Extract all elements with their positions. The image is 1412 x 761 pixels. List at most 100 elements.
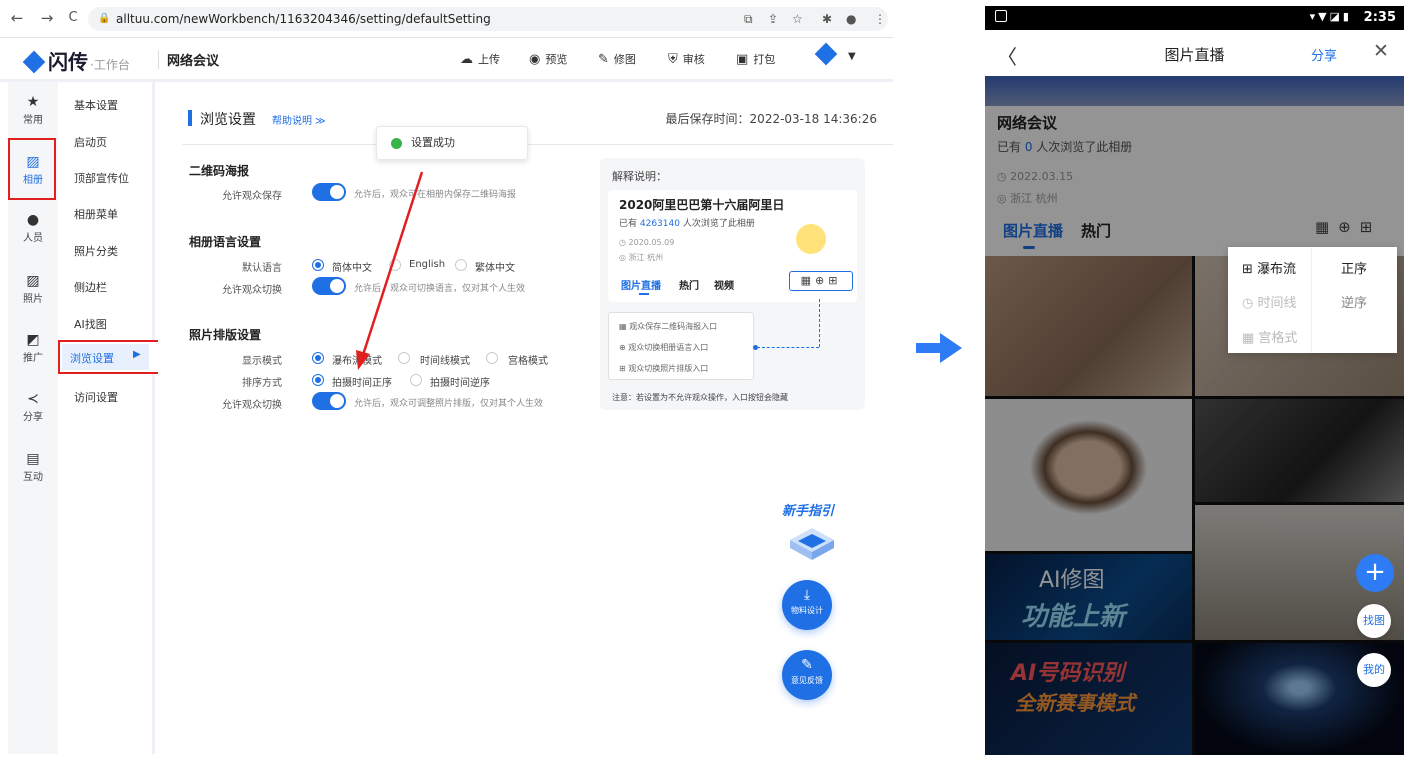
preview-button[interactable]: ◉ 预览 [529,51,567,67]
menu-item-photo-category[interactable]: 照片分类 [74,243,118,259]
sidebar-item-people[interactable]: ● 人员 [8,212,58,244]
sidebar-item-common[interactable]: ★ 常用 [8,94,58,126]
radio-sort-desc[interactable] [410,374,422,386]
edit-icon: ✎ [801,657,813,673]
more-menu-icon[interactable]: ⋮ [874,12,886,26]
browser-toolbar: ← → C 🔒 alltuu.com/newWorkbench/11632043… [0,0,893,38]
album-title: 网络会议 [158,50,219,69]
photo-icon: ▨ [26,273,40,289]
check-circle-icon [391,138,402,149]
find-photo-button[interactable]: 找图 [1357,604,1391,638]
mine-button[interactable]: 我的 [1357,653,1391,687]
last-saved: 最后保存时间：2022-03-18 14:36:26 [665,112,877,126]
share-icon: ≺ [27,391,39,407]
share-button[interactable]: 分享 [1311,45,1337,64]
layout-option-grid[interactable]: ▦ 宫格式 [1242,327,1297,346]
qr-allow-label: 允许观众保存 [222,191,282,202]
lang-switch-hint: 允许后，观众可切换语言，仅对其个人生效 [354,284,526,294]
sun-illustration [796,224,826,254]
star-icon: ★ [26,94,40,110]
retouch-button[interactable]: ✎ 修图 [598,51,636,67]
settings-menu: 基本设置 启动页 顶部宣传位 相册菜单 照片分类 侧边栏 AI找图 访问设置 [58,82,155,754]
browser-window: ← → C 🔒 alltuu.com/newWorkbench/11632043… [0,0,893,761]
success-toast: 设置成功 [376,126,528,160]
display-mode-label: 显示模式 [242,356,282,367]
lock-icon: 🔒 [98,13,111,24]
shield-icon: ⛨ [668,52,678,67]
reload-icon[interactable]: C [64,10,82,25]
upload-button[interactable]: ☁ 上传 [460,51,500,67]
radio-simplified[interactable] [312,259,324,271]
layout-option-waterfall[interactable]: ⊞ 瀑布流 [1242,258,1296,277]
account-dropdown-icon[interactable]: ▼ [848,51,856,62]
radio-timeline[interactable] [398,352,410,364]
sidebar-item-share[interactable]: ≺ 分享 [8,391,58,423]
layout-option-timeline[interactable]: ◷ 时间线 [1242,292,1296,311]
menu-item-sidebar[interactable]: 侧边栏 [74,279,107,295]
qr-allow-toggle[interactable] [312,183,346,201]
guide-illustration[interactable] [786,524,838,562]
menu-item-basic[interactable]: 基本设置 [74,97,118,113]
page-title: 浏览设置 [200,112,256,128]
sidebar-item-interact[interactable]: ▤ 互动 [8,451,58,483]
sidebar-item-promote[interactable]: ◩ 推广 [8,332,58,364]
install-icon[interactable]: ⧉ [744,12,753,27]
layout-switch-toggle[interactable] [312,392,346,410]
status-time: 2:35 [1363,10,1396,25]
order-option-asc[interactable]: 正序 [1341,258,1367,277]
gallery-icon [995,10,1007,22]
menu-item-ai-find[interactable]: AI找图 [74,316,107,332]
add-button[interactable]: + [1356,554,1394,592]
lang-section-title: 相册语言设置 [189,235,262,249]
entry-legend: ▦ 观众保存二维码海报入口 ⊕ 观众切换相册语言入口 ⊞ 观众切换照片排版入口 [608,312,754,380]
app-logo[interactable]: 闪传 ·工作台 [22,46,130,75]
transition-arrow-icon [916,333,962,363]
eye-icon: ◉ [529,52,541,67]
share-page-icon[interactable]: ⇪ [768,12,778,26]
radio-english[interactable] [389,259,401,271]
help-link[interactable]: 帮助说明 ≫ [272,112,326,127]
radio-traditional[interactable] [455,259,467,271]
bookmark-star-icon[interactable]: ☆ [792,12,803,26]
forward-icon[interactable]: → [38,9,56,27]
radio-waterfall[interactable] [312,352,324,364]
extension-icon[interactable]: ✱ [822,12,832,26]
content-panel: 浏览设置 帮助说明 ≫ 最后保存时间：2022-03-18 14:36:26 二… [158,82,893,754]
explanation-panel: 解释说明： 2020阿里巴巴第十六届阿里日 已有 4263140 人次浏览了此相… [600,158,865,410]
close-icon[interactable]: ✕ [1373,40,1389,62]
preview-tab-video: 视频 [714,281,734,292]
back-icon[interactable]: ← [8,9,26,27]
package-button[interactable]: ▣ 打包 [736,51,775,67]
profile-icon[interactable]: ● [846,12,856,26]
preview-card: 2020阿里巴巴第十六届阿里日 已有 4263140 人次浏览了此相册 ◷ 20… [608,190,857,302]
beginner-guide[interactable]: 新手指引 [782,500,834,519]
album-highlight-box [8,138,56,200]
dim-overlay[interactable] [985,76,1404,755]
menu-item-access[interactable]: 访问设置 [74,389,118,405]
sidebar-item-photos[interactable]: ▨ 照片 [8,273,58,305]
layout-switch-hint: 允许后，观众可调整照片排版，仅对其个人生效 [354,399,544,409]
chat-icon: ▤ [26,451,40,467]
user-avatar-icon[interactable] [814,42,838,66]
explain-note: 注意：若设置为不允许观众操作，入口按钮会隐藏 [612,393,788,402]
lang-switch-toggle[interactable] [312,277,346,295]
sort-label: 排序方式 [242,378,282,389]
app-header: 闪传 ·工作台 网络会议 ☁ 上传 ◉ 预览 ✎ 修图 ⛨ 审核 ▣ 打包 ▼ [0,38,893,82]
radio-grid[interactable] [486,352,498,364]
radio-sort-asc[interactable] [312,374,324,386]
feedback-button[interactable]: ✎ 意见反馈 [782,650,832,700]
material-design-button[interactable]: ⤓ 物料设计 [782,580,832,630]
brush-icon: ✎ [598,52,609,67]
preview-tab-live: 图片直播 [621,281,661,292]
layout-popup: ⊞ 瀑布流 ◷ 时间线 ▦ 宫格式 正序 逆序 [1228,247,1397,353]
menu-item-top-banner[interactable]: 顶部宣传位 [74,170,129,186]
promote-icon: ◩ [26,332,40,348]
qr-allow-hint: 允许后，观众可在相册内保存二维码海报 [354,190,517,200]
phone-preview: ▾▼◪▮ 2:35 〈 图片直播 分享 ✕ 网络会议 已有 0 人次浏览了此相册… [985,6,1404,755]
download-icon: ⤓ [803,587,811,603]
review-button[interactable]: ⛨ 审核 [668,51,705,67]
menu-item-launch[interactable]: 启动页 [74,134,107,150]
order-option-desc[interactable]: 逆序 [1341,292,1367,311]
menu-item-album-menu[interactable]: 相册菜单 [74,206,118,222]
preview-tab-hot: 热门 [679,281,699,292]
